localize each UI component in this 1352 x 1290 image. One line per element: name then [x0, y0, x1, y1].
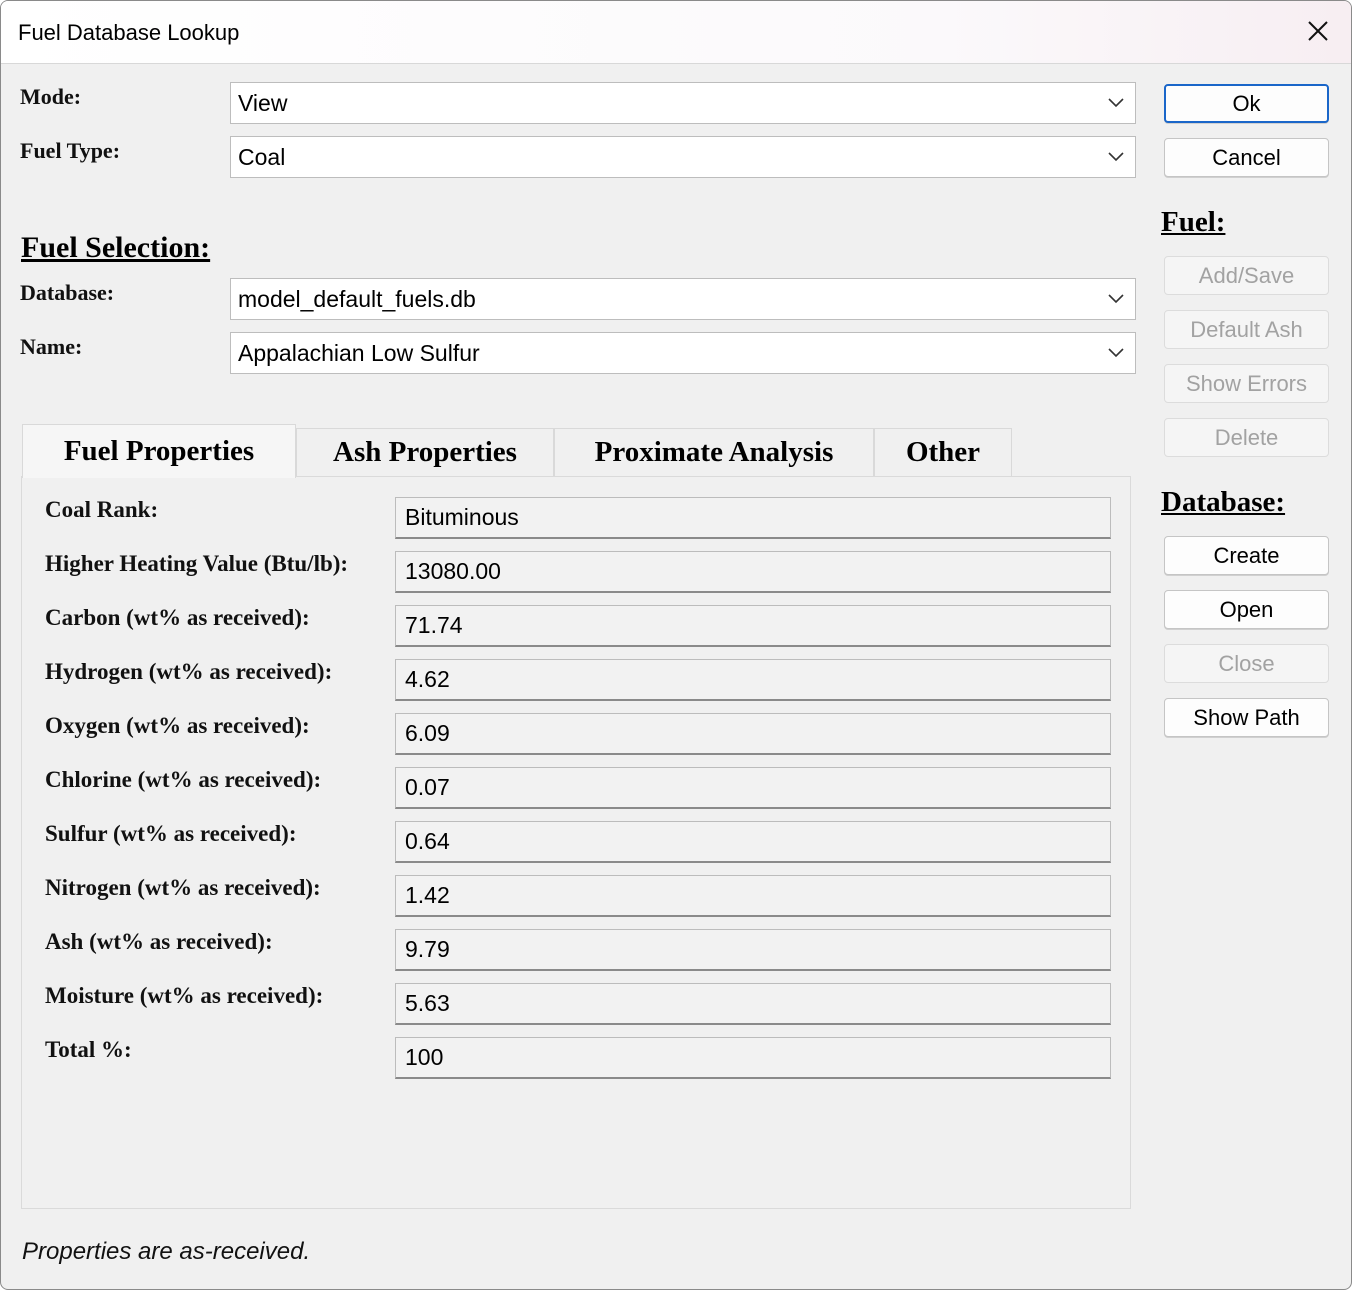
add-save-button[interactable]: Add/Save [1164, 256, 1329, 295]
oxygen-label: Oxygen (wt% as received): [45, 713, 310, 738]
tab-fuel-properties[interactable]: Fuel Properties [22, 424, 296, 478]
tab-ash-properties[interactable]: Ash Properties [296, 428, 554, 476]
chlorine-label: Chlorine (wt% as received): [45, 767, 322, 792]
hydrogen-label: Hydrogen (wt% as received): [45, 659, 333, 684]
mode-select[interactable]: View [230, 82, 1136, 124]
database-select[interactable]: model_default_fuels.db [230, 278, 1136, 320]
hhv-field[interactable]: 13080.00 [395, 551, 1111, 593]
nitrogen-field[interactable]: 1.42 [395, 875, 1111, 917]
name-label: Name: [20, 334, 83, 359]
hhv-label: Higher Heating Value (Btu/lb): [45, 551, 349, 576]
tab-other[interactable]: Other [874, 428, 1012, 476]
fuel-selection-heading: Fuel Selection: [21, 231, 211, 264]
moisture-label: Moisture (wt% as received): [45, 983, 324, 1008]
fuel-type-select-value: Coal [238, 143, 286, 170]
chevron-down-icon [1108, 152, 1124, 162]
coal-rank-label: Coal Rank: [45, 497, 159, 522]
sulfur-label: Sulfur (wt% as received): [45, 821, 297, 846]
sulfur-field[interactable]: 0.64 [395, 821, 1111, 863]
tab-proximate-analysis[interactable]: Proximate Analysis [554, 428, 874, 476]
chevron-down-icon [1108, 294, 1124, 304]
window-title: Fuel Database Lookup [18, 20, 240, 45]
title-bar: Fuel Database Lookup [1, 1, 1351, 64]
carbon-field[interactable]: 71.74 [395, 605, 1111, 647]
database-label: Database: [20, 280, 115, 305]
ash-field[interactable]: 9.79 [395, 929, 1111, 971]
oxygen-field[interactable]: 6.09 [395, 713, 1111, 755]
database-heading: Database: [1161, 486, 1286, 518]
delete-button[interactable]: Delete [1164, 418, 1329, 457]
ok-button[interactable]: Ok [1164, 84, 1329, 123]
close-icon[interactable] [1295, 9, 1341, 53]
create-button[interactable]: Create [1164, 536, 1329, 575]
fuel-type-label: Fuel Type: [20, 138, 121, 163]
coal-rank-field[interactable]: Bituminous [395, 497, 1111, 539]
moisture-field[interactable]: 5.63 [395, 983, 1111, 1025]
nitrogen-label: Nitrogen (wt% as received): [45, 875, 321, 900]
fuel-properties-panel: Coal Rank: Bituminous Higher Heating Val… [21, 476, 1131, 1209]
show-errors-button[interactable]: Show Errors [1164, 364, 1329, 403]
open-button[interactable]: Open [1164, 590, 1329, 629]
carbon-label: Carbon (wt% as received): [45, 605, 310, 630]
total-label: Total %: [45, 1037, 132, 1062]
fuel-name-select-value: Appalachian Low Sulfur [238, 339, 480, 366]
show-path-button[interactable]: Show Path [1164, 698, 1329, 737]
chevron-down-icon [1108, 98, 1124, 108]
ash-label: Ash (wt% as received): [45, 929, 273, 954]
status-text: Properties are as-received. [22, 1238, 311, 1265]
chevron-down-icon [1108, 348, 1124, 358]
mode-label: Mode: [20, 84, 82, 109]
close-database-button[interactable]: Close [1164, 644, 1329, 683]
database-select-value: model_default_fuels.db [238, 285, 476, 312]
fuel-database-lookup-dialog: Fuel Database Lookup Mode: View Fuel Typ… [0, 0, 1352, 1290]
mode-select-value: View [238, 89, 288, 116]
close-x-glyph [1308, 21, 1328, 41]
chlorine-field[interactable]: 0.07 [395, 767, 1111, 809]
fuel-name-select[interactable]: Appalachian Low Sulfur [230, 332, 1136, 374]
fuel-heading: Fuel: [1161, 206, 1226, 238]
hydrogen-field[interactable]: 4.62 [395, 659, 1111, 701]
default-ash-button[interactable]: Default Ash [1164, 310, 1329, 349]
fuel-type-select[interactable]: Coal [230, 136, 1136, 178]
cancel-button[interactable]: Cancel [1164, 138, 1329, 177]
total-field[interactable]: 100 [395, 1037, 1111, 1079]
